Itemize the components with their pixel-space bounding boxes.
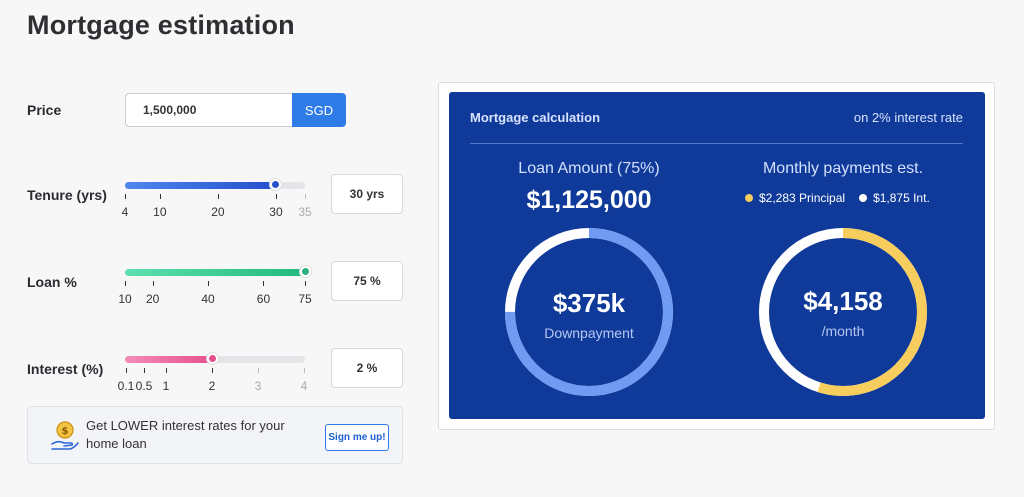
interest-slider-fill bbox=[125, 356, 213, 363]
loan-label: Loan % bbox=[27, 274, 77, 290]
page-title: Mortgage estimation bbox=[27, 10, 295, 40]
downpayment-center: $375k Downpayment bbox=[544, 288, 634, 341]
interest-tick-label: 0.1 bbox=[117, 379, 135, 393]
loan-tick bbox=[125, 281, 126, 286]
tenure-tick bbox=[125, 194, 126, 199]
loan-tick bbox=[152, 281, 154, 286]
interest-tick-label: 2 bbox=[208, 379, 216, 393]
loan-tick-label: 75 bbox=[298, 292, 312, 306]
loan-value[interactable]: 75 % bbox=[331, 261, 403, 301]
price-input[interactable] bbox=[125, 93, 293, 127]
interest-label: Interest (%) bbox=[27, 361, 104, 377]
tenure-tick-label: 30 bbox=[269, 205, 283, 219]
tenure-tick-label: 35 bbox=[298, 205, 312, 219]
legend-principal: $2,283 Principal bbox=[745, 191, 845, 205]
card-divider bbox=[470, 143, 963, 144]
promo-text: Get LOWER interest rates for your home l… bbox=[86, 418, 285, 451]
monthly-center: $4,158 /month bbox=[803, 286, 883, 339]
monthly-legend: $2,283 Principal $1,875 Int. bbox=[745, 191, 944, 205]
tenure-tick-label: 4 bbox=[121, 205, 129, 219]
interest-tick-label: 0.5 bbox=[135, 379, 153, 393]
tenure-tick-label: 20 bbox=[211, 205, 225, 219]
principal-dot-icon bbox=[745, 194, 753, 202]
tenure-label: Tenure (yrs) bbox=[27, 187, 107, 203]
interest-tick bbox=[126, 368, 127, 373]
interest-slider[interactable] bbox=[125, 353, 305, 364]
downpayment-label: Downpayment bbox=[544, 325, 634, 341]
tenure-tick bbox=[217, 194, 219, 199]
tenure-value[interactable]: 30 yrs bbox=[331, 174, 403, 214]
card-title: Mortgage calculation bbox=[470, 110, 601, 125]
legend-interest: $1,875 Int. bbox=[859, 191, 930, 205]
loan-tick bbox=[305, 281, 306, 286]
interest-tick-label: 3 bbox=[254, 379, 262, 393]
loan-tick-label: 10 bbox=[118, 292, 132, 306]
monthly-total-value: $4,158 bbox=[803, 286, 883, 316]
loan-tick bbox=[208, 281, 210, 286]
loan-tick bbox=[263, 281, 265, 286]
svg-text:$: $ bbox=[62, 426, 69, 437]
interest-value[interactable]: 2 % bbox=[331, 348, 403, 388]
interest-tick bbox=[304, 368, 305, 373]
downpayment-value: $375k bbox=[552, 288, 626, 318]
interest-tick bbox=[166, 368, 167, 373]
interest-tick bbox=[258, 368, 259, 373]
sign-up-button[interactable]: Sign me up! bbox=[325, 424, 389, 451]
loan-slider-handle[interactable] bbox=[299, 266, 311, 277]
tenure-slider-handle[interactable] bbox=[270, 179, 282, 190]
mortgage-calculation-card: Mortgage calculation on 2% interest rate… bbox=[449, 92, 985, 419]
tenure-tick-label: 10 bbox=[153, 205, 167, 219]
loan-tick-label: 40 bbox=[201, 292, 215, 306]
tenure-tick bbox=[159, 194, 161, 199]
interest-dot-icon bbox=[859, 194, 868, 202]
interest-tick-label: 1 bbox=[162, 379, 170, 393]
monthly-payments-label: Monthly payments est. bbox=[762, 160, 924, 177]
loan-slider-fill bbox=[125, 269, 305, 276]
currency-button[interactable]: SGD bbox=[292, 93, 346, 127]
interest-tick-label: 4 bbox=[300, 379, 308, 393]
tenure-slider-fill bbox=[125, 182, 276, 189]
price-label: Price bbox=[27, 102, 62, 118]
interest-rate-note: on 2% interest rate bbox=[853, 110, 963, 125]
tenure-tick bbox=[305, 194, 306, 199]
loan-slider[interactable] bbox=[125, 266, 311, 277]
promo-banner: $ Get LOWER interest rates for your home… bbox=[27, 406, 403, 464]
loan-tick-label: 20 bbox=[146, 292, 160, 306]
legend-principal-text: $2,283 Principal bbox=[759, 191, 846, 205]
money-hand-icon: $ bbox=[51, 421, 79, 450]
interest-tick bbox=[144, 368, 145, 373]
tenure-slider[interactable] bbox=[125, 179, 305, 190]
loan-amount-value: $1,125,000 bbox=[526, 186, 652, 214]
monthly-unit-label: /month bbox=[821, 323, 865, 339]
loan-amount-label: Loan Amount (75%) bbox=[518, 160, 660, 177]
interest-tick bbox=[212, 368, 213, 373]
tenure-tick bbox=[275, 194, 277, 199]
interest-slider-handle[interactable] bbox=[207, 353, 219, 364]
loan-tick-label: 60 bbox=[256, 292, 271, 306]
legend-interest-text: $1,875 Int. bbox=[873, 191, 930, 205]
